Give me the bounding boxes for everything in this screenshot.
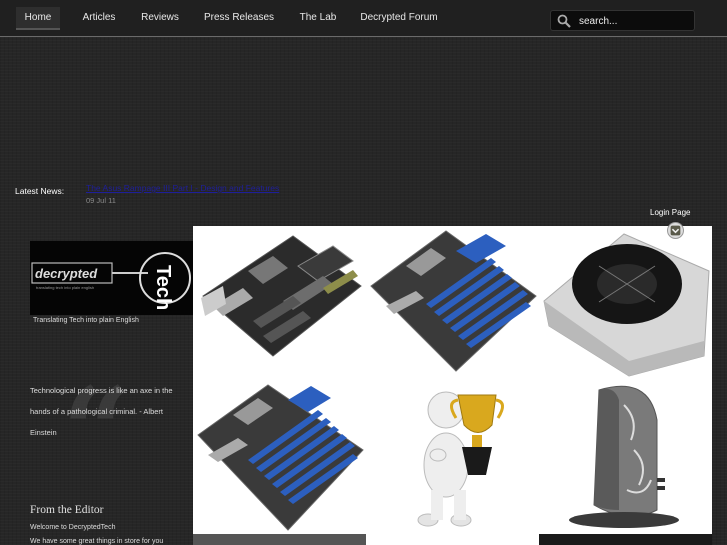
site-logo[interactable]: decrypted translating tech into plain en… — [30, 241, 193, 315]
motherboard-icon — [193, 380, 366, 534]
top-navigation: Home Articles Reviews Press Releases The… — [0, 0, 727, 37]
search-icon[interactable] — [557, 14, 571, 28]
editor-heading: From the Editor — [30, 504, 104, 516]
editor-intro: We have some great things in store for y… — [30, 538, 164, 545]
chevron-down-icon — [670, 225, 681, 236]
search-box[interactable] — [550, 10, 695, 31]
nav-decrypted-forum[interactable]: Decrypted Forum — [356, 7, 442, 30]
cooling-pad-icon — [539, 226, 712, 380]
svg-text:decrypted: decrypted — [35, 266, 98, 281]
login-page-link[interactable]: Login Page — [650, 208, 690, 217]
svg-text:translating tech into plain en: translating tech into plain english — [36, 285, 94, 290]
motherboard-icon — [193, 226, 366, 380]
search-input[interactable] — [579, 13, 689, 29]
gallery-tile-partial[interactable] — [539, 534, 712, 545]
image-gallery — [193, 226, 712, 545]
gallery-tile-laptop-cooler[interactable] — [539, 226, 712, 380]
trophy-icon — [366, 380, 539, 534]
gallery-tile-partial[interactable] — [193, 534, 366, 545]
motherboard-icon — [366, 226, 539, 380]
editor-welcome: Welcome to DecryptedTech — [30, 524, 116, 531]
gallery-tile-trophy-figure[interactable] — [366, 380, 539, 534]
gallery-tile-motherboard-blue-1[interactable] — [366, 226, 539, 380]
svg-text:Tech: Tech — [152, 265, 174, 310]
quote-text: Technological progress is like an axe in… — [30, 386, 173, 437]
nav-reviews[interactable]: Reviews — [136, 7, 184, 30]
nav-press-releases[interactable]: Press Releases — [200, 7, 278, 30]
latest-news-date: 09 Jul 11 — [86, 196, 116, 205]
latest-news-link[interactable]: The Asus Rampage III Part I - Design and… — [86, 183, 279, 193]
nav-articles[interactable]: Articles — [76, 7, 122, 30]
pc-case-icon — [539, 380, 712, 534]
nav-the-lab[interactable]: The Lab — [294, 7, 342, 30]
logo-tagline: Translating Tech into plain English — [33, 317, 139, 324]
logo-icon: decrypted translating tech into plain en… — [31, 252, 191, 310]
gallery-tile-mini-pc[interactable] — [539, 380, 712, 534]
nav-home[interactable]: Home — [16, 7, 60, 30]
login-toggle-button[interactable] — [667, 222, 684, 239]
latest-news-label: Latest News: — [15, 186, 65, 196]
gallery-tile-motherboard-black[interactable] — [193, 226, 366, 380]
gallery-tile-motherboard-blue-2[interactable] — [193, 380, 366, 534]
